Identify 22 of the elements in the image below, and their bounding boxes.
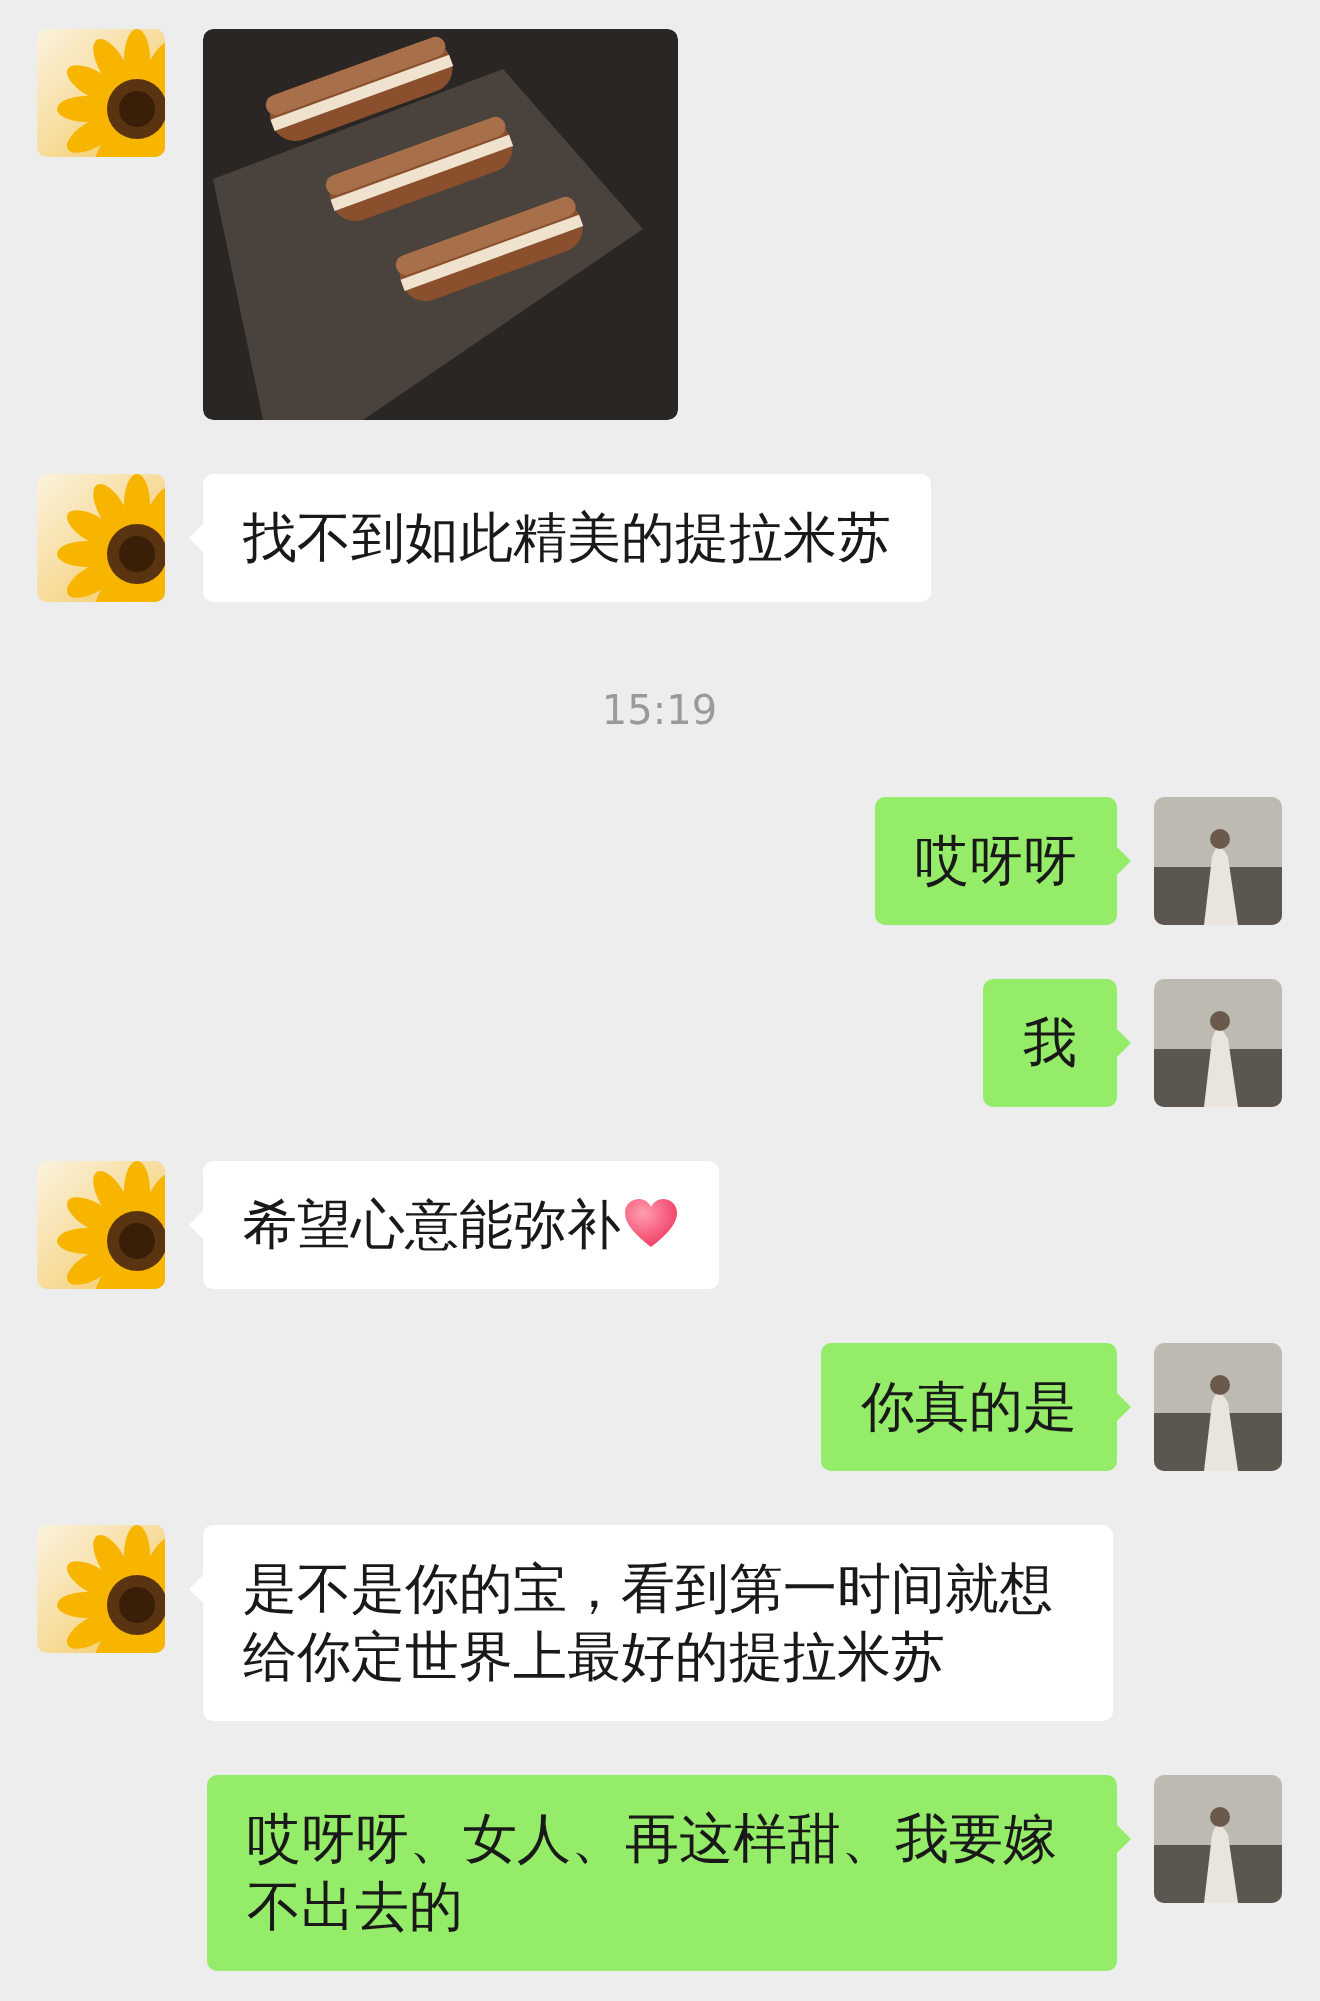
message-bubble[interactable]: 是不是你的宝，看到第一时间就想给你定世界上最好的提拉米苏: [203, 1525, 1113, 1721]
bubble-tail: [1117, 1029, 1131, 1057]
sunflower-avatar[interactable]: [37, 29, 165, 157]
dessert-photo-drawing[interactable]: [203, 29, 678, 420]
photo-placeholder[interactable]: [1154, 979, 1282, 1107]
photo-placeholder[interactable]: [1154, 797, 1282, 925]
message-bubble[interactable]: 我: [983, 979, 1117, 1107]
message-bubble[interactable]: 哎呀呀、女人、再这样甜、我要嫁不出去的: [207, 1775, 1117, 1971]
message-bubble[interactable]: 希望心意能弥补: [203, 1161, 719, 1289]
heart-icon: [623, 1197, 679, 1249]
sunflower-avatar[interactable]: [37, 1161, 165, 1289]
message-bubble[interactable]: 找不到如此精美的提拉米苏: [203, 474, 931, 602]
bubble-tail: [1117, 1825, 1131, 1853]
sunflower-avatar[interactable]: [37, 474, 165, 602]
message-bubble[interactable]: 你真的是: [821, 1343, 1117, 1471]
sunflower-avatar[interactable]: [37, 1525, 165, 1653]
photo-placeholder[interactable]: [1154, 1343, 1282, 1471]
timestamp: 15:19: [601, 686, 718, 735]
photo-placeholder[interactable]: [1154, 1775, 1282, 1903]
bubble-tail: [1117, 847, 1131, 875]
bubble-tail: [1117, 1393, 1131, 1421]
message-bubble[interactable]: 哎呀呀: [875, 797, 1117, 925]
